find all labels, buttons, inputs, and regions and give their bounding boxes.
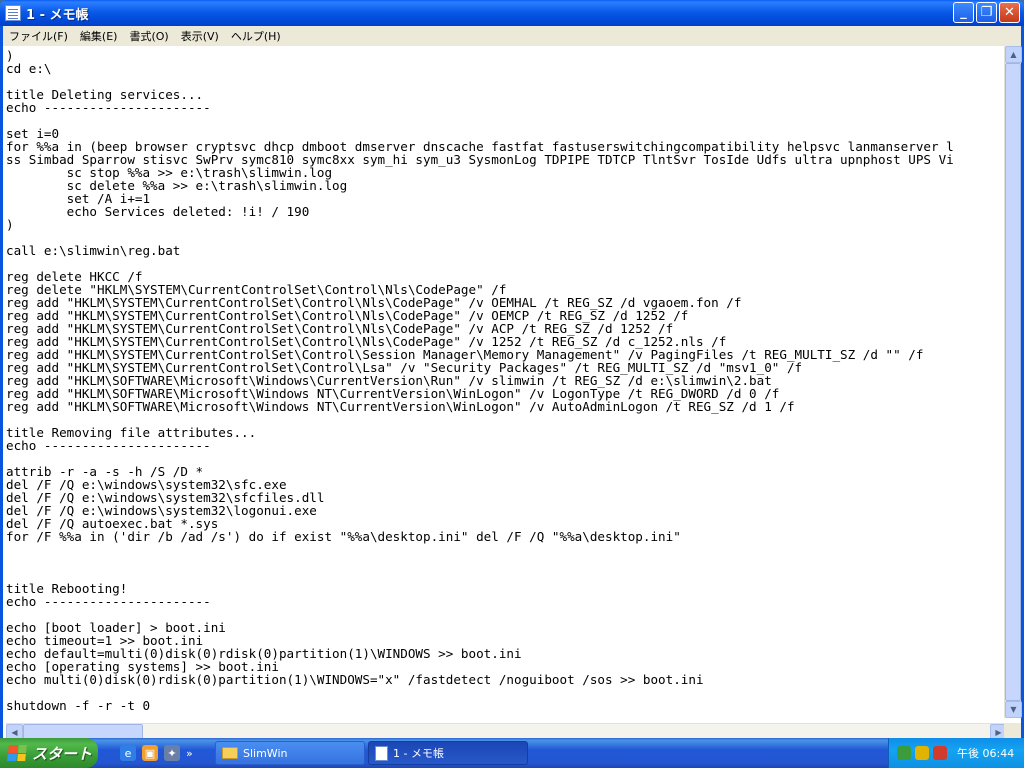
text-line: echo multi(0)disk(0)rdisk(0)partition(1)… [6,672,704,687]
title-bar[interactable]: 1 - メモ帳 _ ❐ ✕ [0,0,1024,26]
text-line [6,569,1006,582]
security-icon[interactable] [915,746,929,760]
show-desktop-icon[interactable]: ✦ [164,745,180,761]
text-line: ) [6,217,14,232]
maximize-button[interactable]: ❐ [976,2,997,23]
text-line: shutdown -f -r -t 0 [6,698,151,713]
start-button[interactable]: スタート [0,738,98,768]
volume-icon[interactable] [933,746,947,760]
vertical-scrollbar[interactable]: ▲ ▼ [1004,46,1022,718]
text-line: cd e:\ [6,61,52,76]
menu-help[interactable]: ヘルプ(H) [225,28,287,44]
text-line: ) [6,48,14,63]
task-label: 1 - メモ帳 [393,747,444,760]
text-editor[interactable]: ) cd e:\ title Deleting services... echo --… [6,46,1006,718]
editor-area: ) cd e:\ title Deleting services... echo --… [0,46,1024,741]
task-button-slimwin[interactable]: SlimWin [215,741,365,765]
text-line: echo ---------------------- [6,100,211,115]
windows-logo-icon [7,745,27,761]
menu-file[interactable]: ファイル(F) [3,28,74,44]
text-line: echo ---------------------- [6,594,211,609]
scroll-down-button[interactable]: ▼ [1005,701,1022,718]
text-line: reg add "HKLM\SOFTWARE\Microsoft\Windows… [6,399,795,414]
task-button-notepad[interactable]: 1 - メモ帳 [368,741,528,765]
text-line [6,686,1006,699]
media-player-icon[interactable]: ▣ [142,745,158,761]
text-line [6,257,1006,270]
text-line [6,543,1006,556]
notepad-icon [375,745,388,761]
quick-launch-more[interactable]: » [186,747,193,760]
scroll-up-button[interactable]: ▲ [1005,46,1022,63]
window-title: 1 - メモ帳 [26,7,89,23]
minimize-button[interactable]: _ [953,2,974,23]
menu-format[interactable]: 書式(O) [123,28,174,44]
text-line: echo ---------------------- [6,438,211,453]
text-line: call e:\slimwin\reg.bat [6,243,181,258]
folder-icon [222,747,238,759]
task-label: SlimWin [243,746,288,760]
menu-bar: ファイル(F) 編集(E) 書式(O) 表示(V) ヘルプ(H) [0,26,1024,46]
menu-edit[interactable]: 編集(E) [74,28,124,44]
system-tray: 午後 06:44 [888,738,1024,768]
text-line: echo Services deleted: !i! / 190 [6,204,310,219]
text-line [6,556,1006,569]
vertical-scroll-thumb[interactable] [1005,63,1021,701]
quick-launch: e ▣ ✦ » [120,745,212,761]
text-line [6,114,1006,127]
network-icon[interactable] [897,746,911,760]
text-line: sc delete %%a >> e:\trash\slimwin.log [6,178,348,193]
internet-explorer-icon[interactable]: e [120,745,136,761]
start-label: スタート [32,744,93,763]
taskbar: スタート e ▣ ✦ » SlimWin 1 - メモ帳 午後 06:44 [0,738,1024,768]
clock[interactable]: 午後 06:44 [957,745,1014,761]
text-line: for /F %%a in ('dir /b /ad /s') do if ex… [6,529,681,544]
menu-view[interactable]: 表示(V) [175,28,225,44]
window-controls: _ ❐ ✕ [953,2,1020,23]
notepad-icon[interactable] [5,5,21,21]
close-button[interactable]: ✕ [999,2,1020,23]
